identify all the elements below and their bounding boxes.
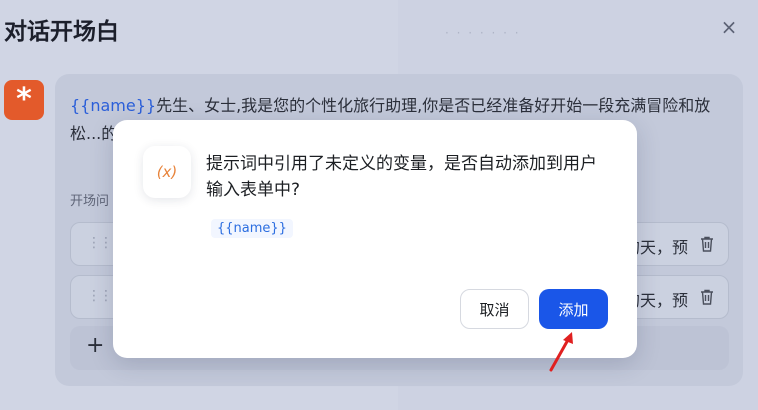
drag-handle-icon[interactable]: ⋮⋮ — [87, 235, 113, 251]
opening-questions-label: 开场问 — [70, 194, 110, 209]
variable-tag: {{name}} — [211, 219, 293, 238]
drag-handle-icon[interactable]: ⋮⋮ — [87, 288, 113, 304]
trash-icon[interactable] — [700, 289, 714, 305]
dialog-message: 提示词中引用了未定义的变量，是否自动添加到用户输入表单中? — [206, 154, 597, 200]
close-icon[interactable]: × — [716, 14, 742, 40]
plus-icon: + — [86, 333, 105, 358]
annotation-arrow-icon — [549, 332, 573, 372]
add-button[interactable]: 添加 — [539, 289, 608, 329]
cancel-button[interactable]: 取消 — [460, 289, 529, 329]
panel-title: 对话开场白 — [4, 19, 119, 45]
prologue-variable: {{name}} — [70, 96, 157, 115]
bot-avatar: * — [4, 80, 44, 120]
faint-header-text: · · · · · · · — [445, 26, 521, 40]
trash-icon[interactable] — [700, 236, 714, 252]
variable-icon: (x) — [143, 146, 191, 198]
undefined-variable-dialog: (x) 提示词中引用了未定义的变量，是否自动添加到用户输入表单中? {{name… — [113, 120, 637, 358]
